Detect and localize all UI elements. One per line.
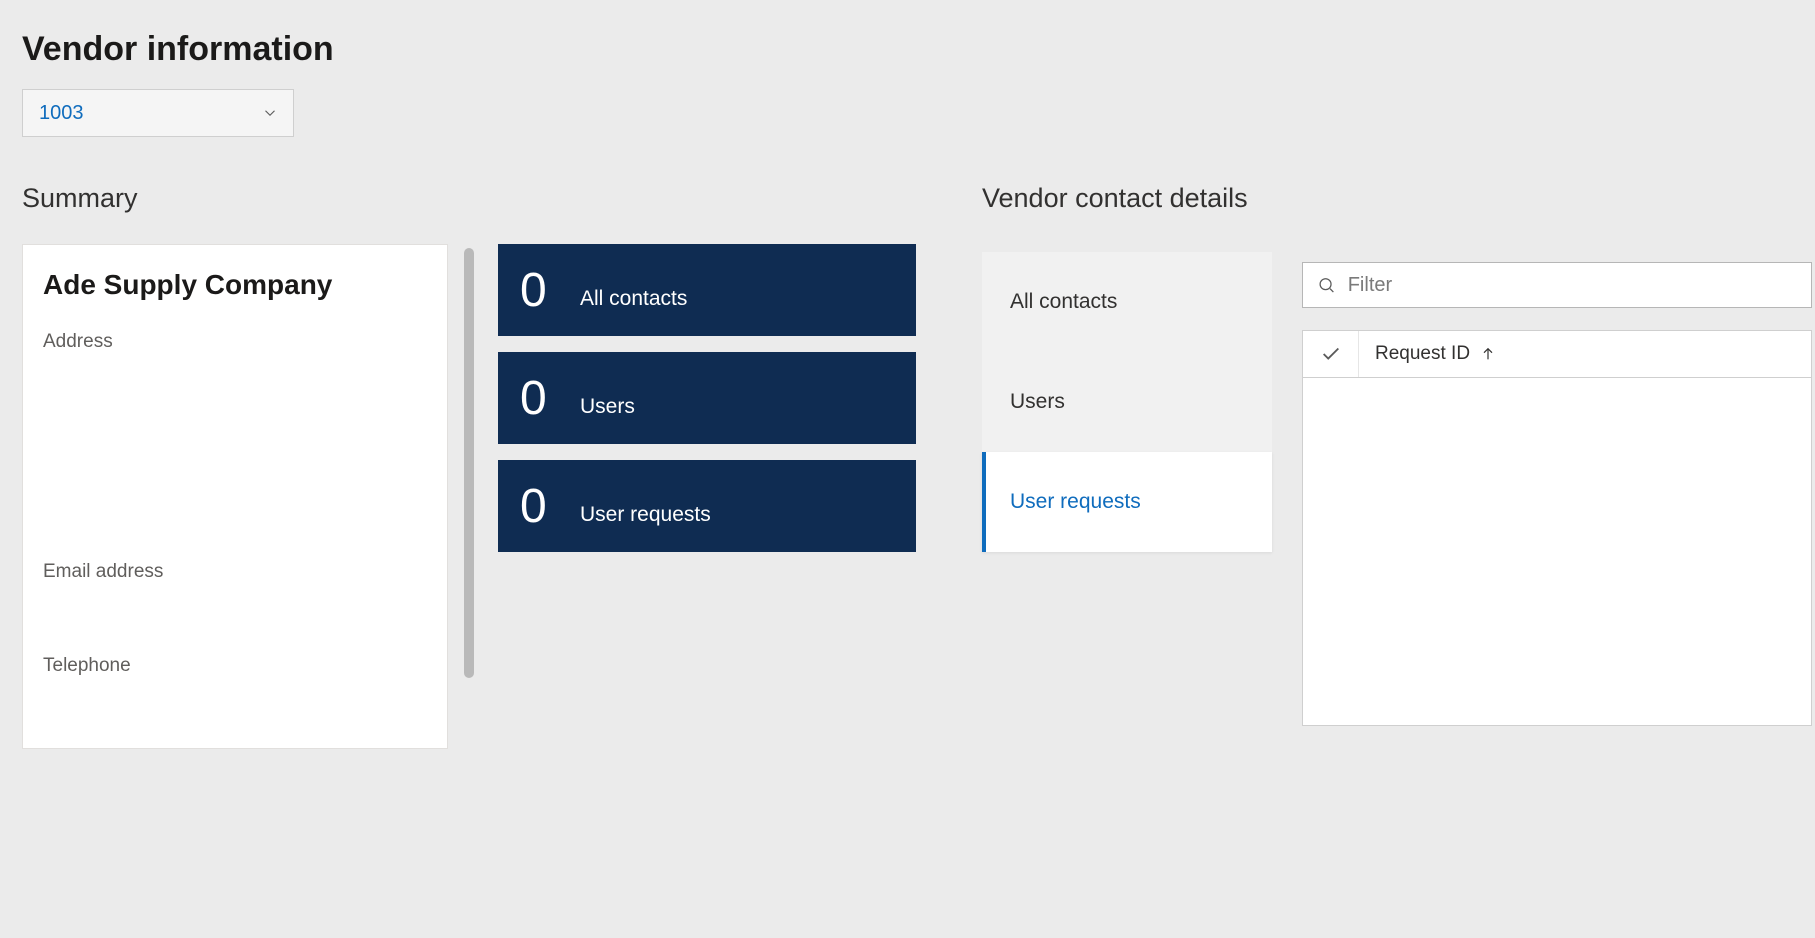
summary-card: Ade Supply Company Address Email address… (22, 244, 448, 749)
tab-label: User requests (1010, 490, 1141, 514)
page-title: Vendor information (22, 30, 1793, 69)
chevron-down-icon (261, 104, 279, 122)
telephone-label: Telephone (43, 655, 427, 677)
tile-label: Users (580, 395, 635, 419)
tab-all-contacts[interactable]: All contacts (982, 252, 1272, 352)
tab-label: Users (1010, 390, 1065, 414)
tile-users[interactable]: 0 Users (498, 352, 916, 444)
tile-count: 0 (520, 371, 580, 426)
tile-user-requests[interactable]: 0 User requests (498, 460, 916, 552)
details-heading: Vendor contact details (982, 183, 1812, 214)
summary-heading: Summary (22, 183, 922, 214)
filter-box[interactable] (1302, 262, 1812, 308)
address-label: Address (43, 331, 427, 353)
tile-count: 0 (520, 263, 580, 318)
search-icon (1317, 275, 1336, 295)
tab-users[interactable]: Users (982, 352, 1272, 452)
tab-user-requests[interactable]: User requests (982, 452, 1272, 552)
grid-body (1302, 378, 1812, 726)
tile-count: 0 (520, 479, 580, 534)
scrollbar-thumb[interactable] (464, 248, 474, 678)
filter-input[interactable] (1348, 274, 1797, 297)
column-label: Request ID (1375, 343, 1470, 365)
grid-header: Request ID (1302, 330, 1812, 378)
tile-all-contacts[interactable]: 0 All contacts (498, 244, 916, 336)
tile-label: All contacts (580, 287, 687, 311)
tab-label: All contacts (1010, 290, 1117, 314)
vendor-id-value: 1003 (39, 102, 84, 125)
tile-label: User requests (580, 503, 711, 527)
summary-scrollbar[interactable] (460, 248, 478, 688)
vendor-name: Ade Supply Company (43, 269, 427, 301)
check-icon (1320, 343, 1342, 365)
details-tabs: All contacts Users User requests (982, 252, 1272, 552)
email-label: Email address (43, 561, 427, 583)
column-request-id[interactable]: Request ID (1359, 331, 1811, 377)
grid-select-all[interactable] (1303, 331, 1359, 377)
sort-asc-icon (1480, 346, 1496, 362)
vendor-id-dropdown[interactable]: 1003 (22, 89, 294, 137)
